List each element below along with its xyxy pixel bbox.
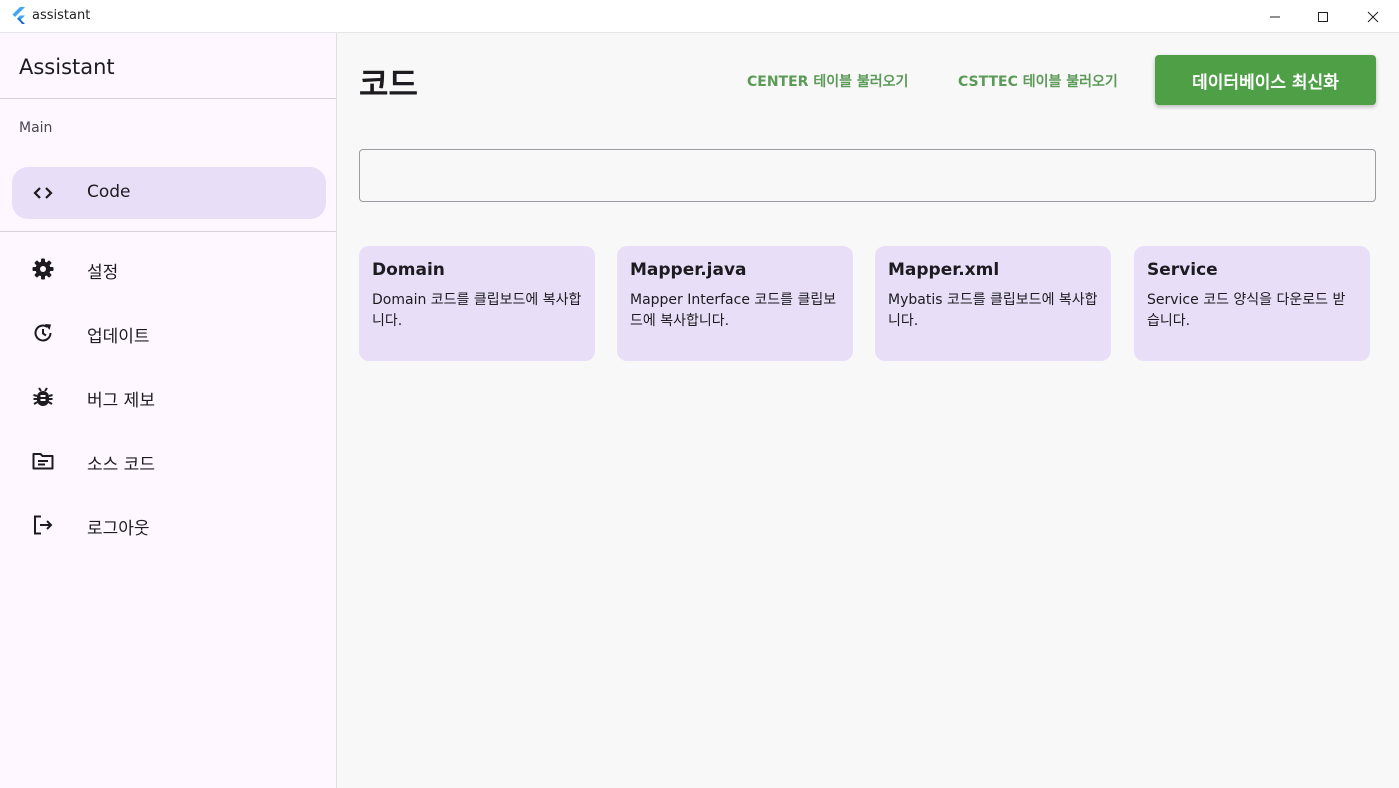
load-center-table-button[interactable]: CENTER 테이블 불러오기 — [747, 71, 908, 91]
sidebar-item-label: 로그아웃 — [87, 519, 150, 539]
title-bar: assistant — [0, 0, 1399, 33]
code-card-domain[interactable]: Domain Domain 코드를 클립보드에 복사합니다. — [359, 246, 595, 361]
sidebar-item-label: 업데이트 — [87, 327, 150, 347]
card-title: Service — [1147, 260, 1218, 280]
close-icon — [1367, 11, 1379, 22]
card-title: Mapper.java — [630, 260, 747, 280]
sidebar-item-label: 버그 제보 — [87, 391, 155, 411]
card-description: Service 코드 양식을 다운로드 받습니다. — [1147, 292, 1346, 329]
main-content: 코드 CENTER 테이블 불러오기 CSTTEC 테이블 불러오기 데이터베이… — [337, 33, 1399, 788]
code-icon — [31, 181, 55, 205]
card-title: Mapper.xml — [888, 260, 1000, 280]
load-csttec-table-button[interactable]: CSTTEC 테이블 불러오기 — [958, 71, 1118, 91]
card-description: Mybatis 코드를 클립보드에 복사합니다. — [888, 292, 1098, 329]
sidebar-item-source-code[interactable]: 소스 코드 — [12, 435, 326, 487]
code-card-mapper-xml[interactable]: Mapper.xml Mybatis 코드를 클립보드에 복사합니다. — [875, 246, 1111, 361]
sidebar-item-label: Code — [87, 182, 131, 202]
sidebar-item-logout[interactable]: 로그아웃 — [12, 499, 326, 551]
folder-icon — [31, 449, 55, 473]
maximize-icon — [1318, 11, 1328, 22]
card-description: Domain 코드를 클립보드에 복사합니다. — [372, 292, 582, 329]
sidebar-item-update[interactable]: 업데이트 — [12, 307, 326, 359]
maximize-button[interactable] — [1298, 0, 1348, 33]
close-button[interactable] — [1348, 0, 1398, 33]
sidebar-divider — [0, 98, 336, 99]
flutter-logo-icon — [11, 7, 27, 25]
code-card-mapper-java[interactable]: Mapper.java Mapper Interface 코드를 클립보드에 복… — [617, 246, 853, 361]
sidebar: Assistant Main Code 설정 업데이트 버그 제보 소스 코드 … — [0, 33, 337, 788]
page-title: 코드 — [359, 65, 418, 103]
minimize-icon — [1270, 16, 1280, 17]
search-input[interactable] — [359, 149, 1376, 202]
card-description: Mapper Interface 코드를 클립보드에 복사합니다. — [630, 292, 837, 329]
logout-icon — [31, 513, 55, 537]
sidebar-section-label: Main — [19, 120, 53, 136]
sidebar-item-code[interactable]: Code — [12, 167, 326, 219]
sidebar-item-label: 소스 코드 — [87, 455, 155, 475]
bug-icon — [31, 385, 55, 409]
window-title: assistant — [32, 8, 91, 23]
sidebar-item-bug-report[interactable]: 버그 제보 — [12, 371, 326, 423]
card-title: Domain — [372, 260, 445, 280]
sidebar-divider — [0, 231, 336, 232]
code-card-service[interactable]: Service Service 코드 양식을 다운로드 받습니다. — [1134, 246, 1370, 361]
minimize-button[interactable] — [1250, 0, 1300, 33]
gear-icon — [31, 257, 55, 281]
update-icon — [31, 321, 55, 345]
sidebar-item-settings[interactable]: 설정 — [12, 243, 326, 295]
sidebar-title: Assistant — [19, 55, 115, 79]
sidebar-item-label: 설정 — [87, 263, 119, 283]
refresh-database-button[interactable]: 데이터베이스 최신화 — [1155, 55, 1376, 105]
